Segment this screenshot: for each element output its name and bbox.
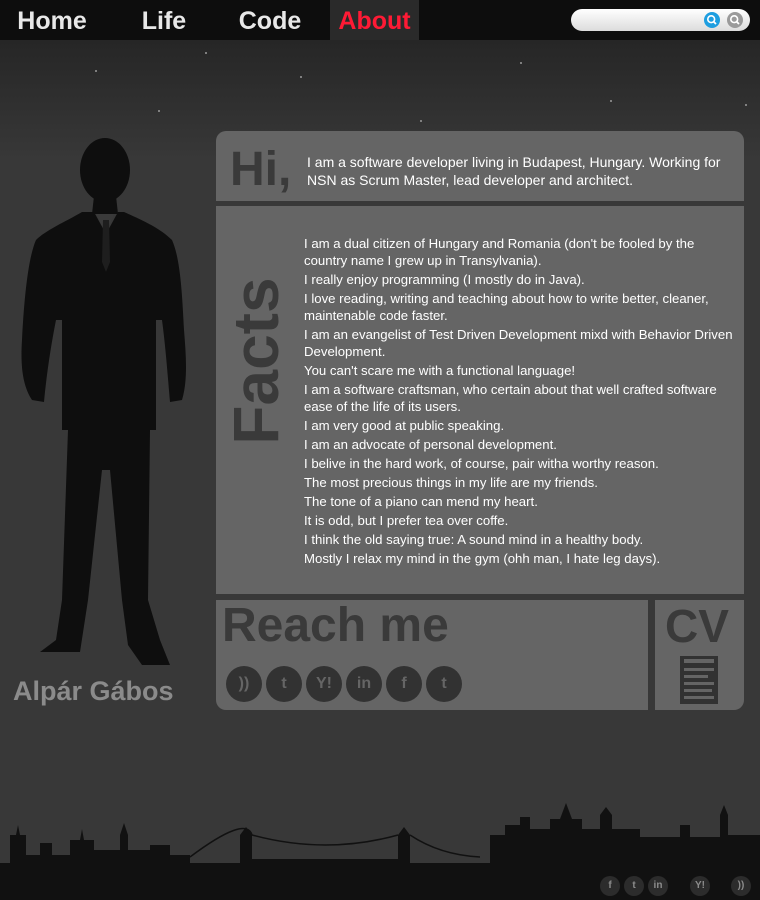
fact-item: You can't scare me with a functional lan… — [304, 363, 576, 378]
fact-item: I am a software craftsman, who certain a… — [304, 382, 717, 414]
intro-panel: Hi, I am a software developer living in … — [216, 131, 744, 201]
fact-item: Mostly I relax my mind in the gym (ohh m… — [304, 551, 661, 566]
facebook-icon[interactable]: f — [600, 876, 620, 896]
nav-about[interactable]: About — [330, 0, 419, 40]
rss-icon[interactable]: )) — [226, 666, 262, 702]
fact-item: I really enjoy programming (I mostly do … — [304, 272, 585, 287]
cv-title: CV — [665, 600, 729, 652]
linkedin-icon[interactable]: in — [346, 666, 382, 702]
facts-panel: Facts I am a dual citizen of Hungary and… — [216, 206, 744, 594]
budapest-skyline-image — [0, 803, 760, 900]
man-silhouette-image — [21, 138, 187, 665]
fact-item: I belive in the hard work, of course, pa… — [304, 456, 659, 471]
profile-name: Alpár Gábos — [13, 676, 174, 706]
facts-list: I am a dual citizen of Hungary and Roman… — [304, 235, 736, 569]
cv-panel: CV — [655, 600, 744, 710]
search-box — [571, 9, 750, 31]
linkedin-icon[interactable]: in — [648, 876, 668, 896]
fact-item: It is odd, but I prefer tea over coffe. — [304, 513, 509, 528]
reach-me-title: Reach me — [222, 599, 449, 652]
yahoo-icon[interactable]: Y! — [306, 666, 342, 702]
intro-title: Hi, — [230, 143, 292, 196]
twitter-bird-icon[interactable]: t — [266, 666, 302, 702]
yahoo-icon[interactable]: Y! — [690, 876, 710, 896]
facts-title: Facts — [220, 277, 292, 445]
fact-item: I am a dual citizen of Hungary and Roman… — [304, 236, 695, 268]
document-icon[interactable] — [679, 655, 719, 705]
nav-code[interactable]: Code — [218, 0, 322, 40]
top-navigation-bar: Home Life Code About — [0, 0, 760, 40]
fact-item: I think the old saying true: A sound min… — [304, 532, 644, 547]
reach-me-panel: Reach me )) t Y! in f t — [216, 600, 648, 710]
twitter-icon[interactable]: t — [624, 876, 644, 896]
fact-item: I love reading, writing and teaching abo… — [304, 291, 709, 323]
rss-icon[interactable]: )) — [731, 876, 751, 896]
fact-item: I am an advocate of personal development… — [304, 437, 557, 452]
nav-home[interactable]: Home — [0, 0, 104, 40]
search-icon[interactable] — [704, 12, 720, 28]
nav-life[interactable]: Life — [112, 0, 216, 40]
facebook-icon[interactable]: f — [386, 666, 422, 702]
fact-item: I am an evangelist of Test Driven Develo… — [304, 327, 733, 359]
fact-item: The tone of a piano can mend my heart. — [304, 494, 538, 509]
fact-item: I am very good at public speaking. — [304, 418, 505, 433]
clear-icon[interactable] — [727, 12, 743, 28]
twitter-icon[interactable]: t — [426, 666, 462, 702]
intro-text: I am a software developer living in Buda… — [307, 154, 721, 188]
fact-item: The most precious things in my life are … — [304, 475, 598, 490]
search-input[interactable] — [581, 11, 701, 29]
